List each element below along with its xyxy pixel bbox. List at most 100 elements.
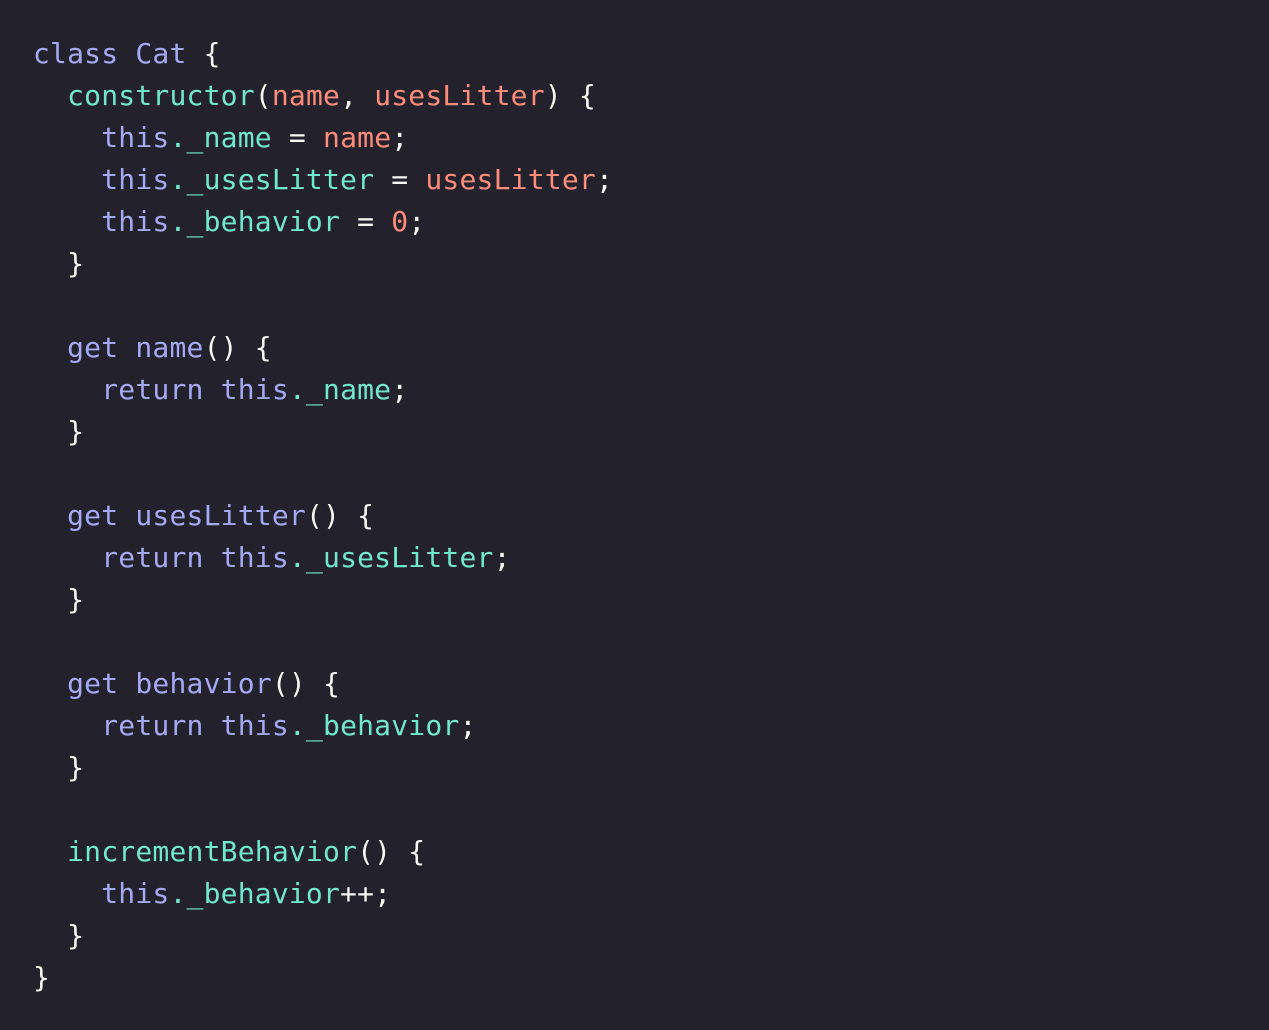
keyword-this: this	[101, 121, 170, 154]
brace-open: {	[408, 835, 426, 868]
method-incrementbehavior: incrementBehavior	[67, 835, 358, 868]
property-behavior: ._behavior	[169, 205, 341, 238]
brace-close: }	[67, 919, 85, 952]
parens-empty: ()	[357, 835, 392, 868]
brace-open: {	[578, 79, 596, 112]
brace-open: {	[357, 499, 375, 532]
code-line: get behavior() {	[33, 663, 1269, 705]
code-line: }	[33, 747, 1269, 789]
property-behavior: ._behavior	[169, 877, 341, 910]
keyword-get: get	[67, 667, 119, 700]
property-useslitter: ._usesLitter	[169, 163, 375, 196]
param-useslitter: usesLitter	[374, 79, 545, 112]
code-line: }	[33, 957, 1269, 999]
code-line: return this._usesLitter;	[33, 537, 1269, 579]
number-zero: 0	[391, 205, 409, 238]
property-name: ._name	[288, 373, 392, 406]
keyword-this: this	[101, 877, 170, 910]
keyword-this: this	[101, 205, 170, 238]
code-line: }	[33, 915, 1269, 957]
semicolon: ;	[391, 121, 409, 154]
paren-close: )	[544, 79, 562, 112]
code-line: this._name = name;	[33, 117, 1269, 159]
operator-assign: =	[288, 121, 306, 154]
keyword-return: return	[101, 541, 204, 574]
method-constructor: constructor	[67, 79, 255, 112]
param-name: name	[323, 121, 392, 154]
brace-close: }	[67, 415, 85, 448]
code-line: class Cat {	[33, 33, 1269, 75]
param-useslitter: usesLitter	[425, 163, 596, 196]
brace-close-class: }	[33, 961, 51, 994]
semicolon: ;	[391, 373, 409, 406]
parens-empty: ()	[305, 499, 341, 532]
keyword-return: return	[101, 373, 204, 406]
keyword-class: class	[33, 37, 119, 70]
brace-open: {	[203, 37, 221, 70]
code-line: this._usesLitter = usesLitter;	[33, 159, 1269, 201]
brace-open: {	[254, 331, 272, 364]
paren-open: (	[254, 79, 272, 112]
operator-assign: =	[357, 205, 375, 238]
parens-empty: ()	[271, 667, 306, 700]
getter-behavior: behavior	[135, 667, 272, 700]
code-block: class Cat { constructor(name, usesLitter…	[33, 33, 1269, 999]
keyword-this: this	[101, 163, 170, 196]
operator-assign: =	[391, 163, 409, 196]
class-name-cat: Cat	[135, 37, 187, 70]
operator-increment: ++	[340, 877, 375, 910]
brace-close: }	[67, 247, 85, 280]
parens-empty: ()	[203, 331, 238, 364]
brace-close: }	[67, 751, 85, 784]
getter-useslitter: usesLitter	[135, 499, 306, 532]
keyword-return: return	[101, 709, 204, 742]
comma: ,	[340, 79, 375, 112]
keyword-get: get	[67, 499, 119, 532]
code-line: return this._behavior;	[33, 705, 1269, 747]
brace-open: {	[323, 667, 341, 700]
code-line: incrementBehavior() {	[33, 831, 1269, 873]
property-useslitter: ._usesLitter	[288, 541, 494, 574]
keyword-get: get	[67, 331, 119, 364]
code-content: class Cat { constructor(name, usesLitter…	[33, 33, 1269, 999]
code-line: return this._name;	[33, 369, 1269, 411]
code-line: get name() {	[33, 327, 1269, 369]
param-name: name	[271, 79, 341, 112]
keyword-this: this	[220, 373, 289, 406]
property-behavior: ._behavior	[288, 709, 460, 742]
brace-close: }	[67, 583, 85, 616]
